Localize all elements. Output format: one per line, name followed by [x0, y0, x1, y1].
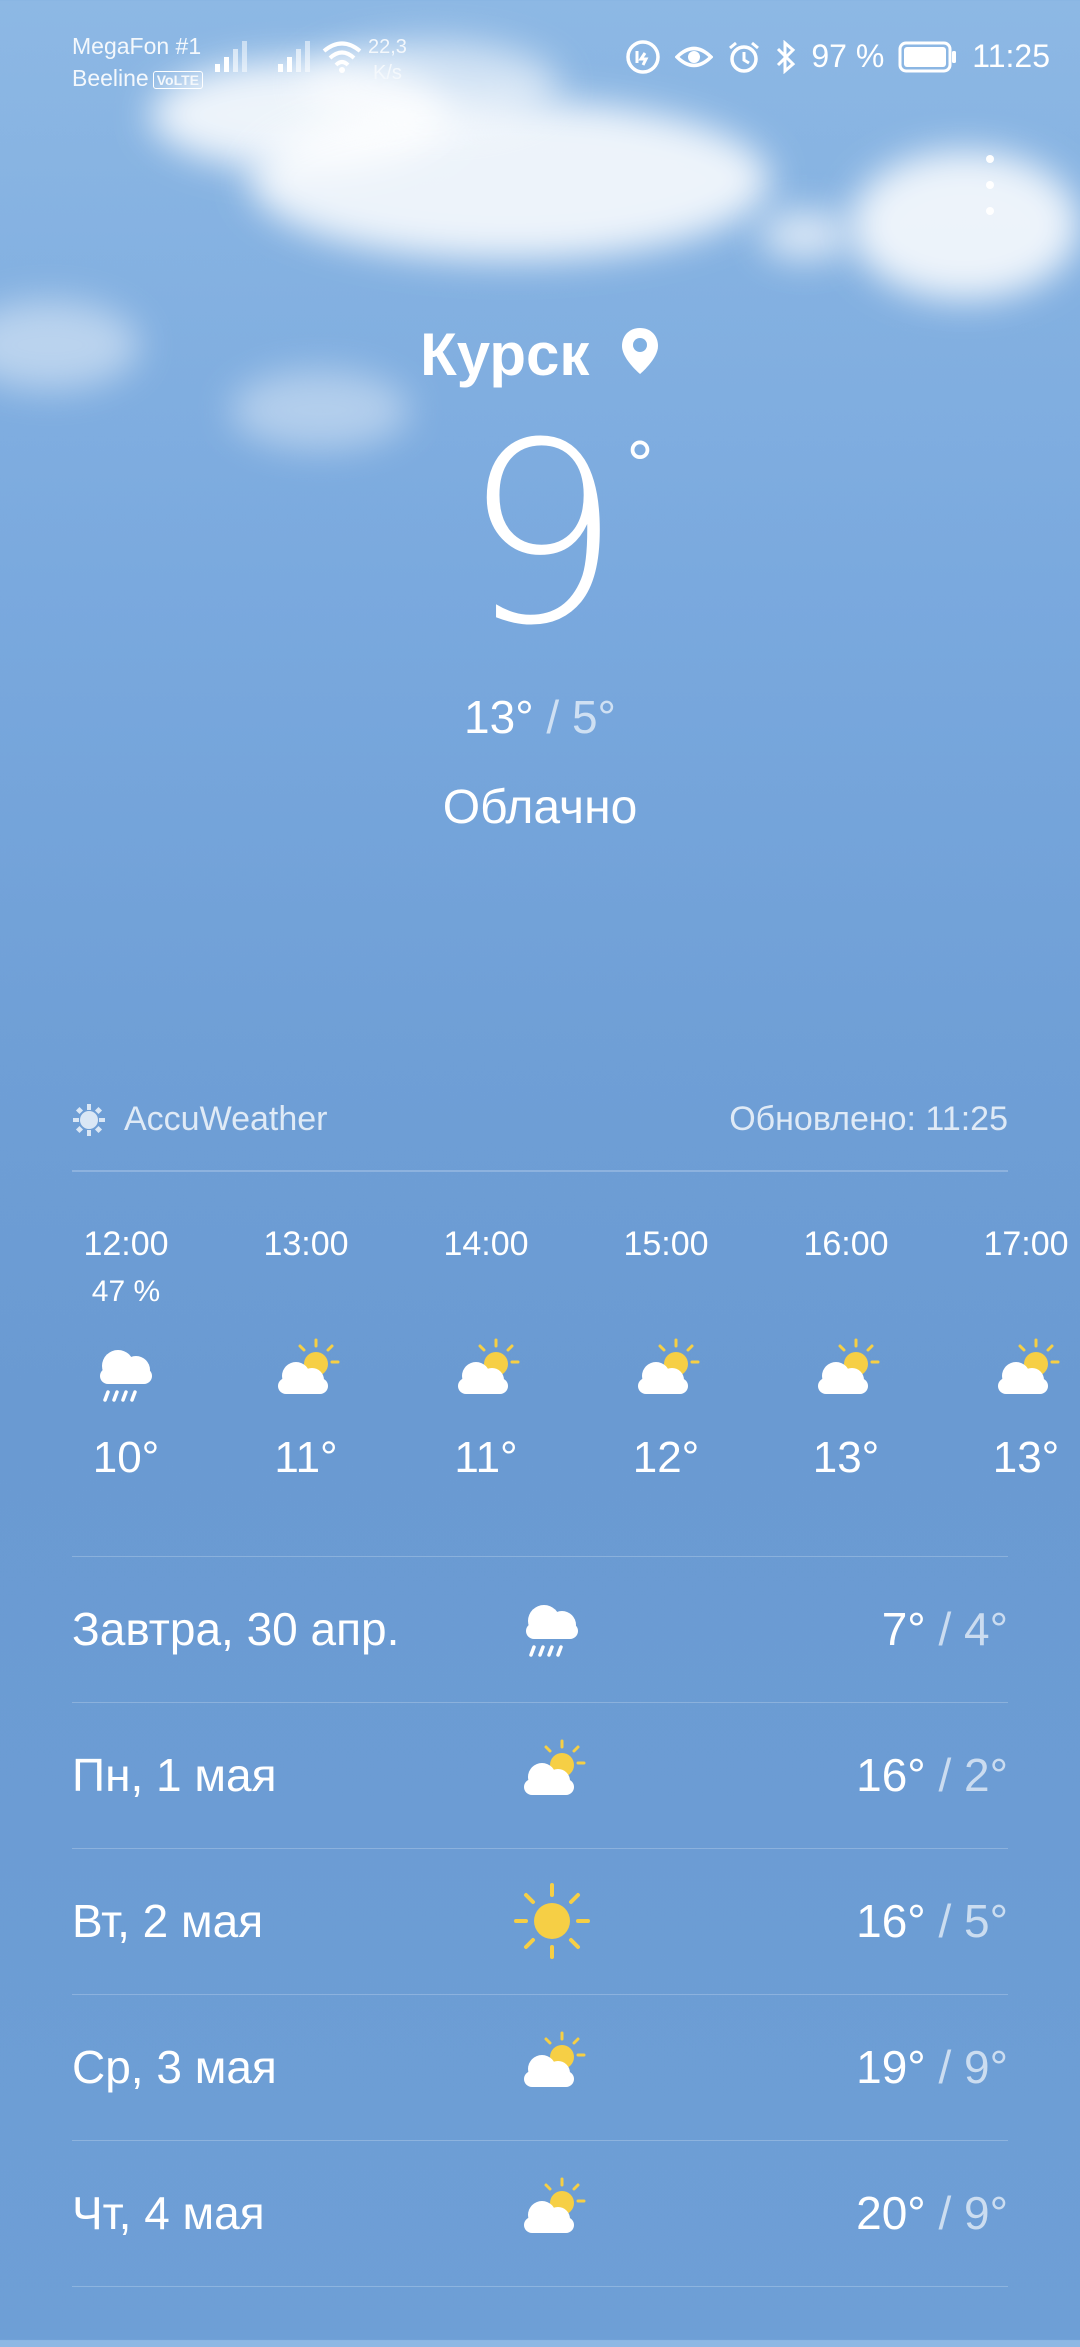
today-high-low: 13° / 5°	[0, 690, 1080, 744]
day-label: Чт, 4 мая	[72, 2187, 265, 2239]
partly-sunny-icon	[278, 1338, 340, 1394]
day-high: 16°	[856, 1895, 926, 1947]
hour-temp: 13°	[992, 1433, 1060, 1482]
day-label: Ср, 3 мая	[72, 2041, 277, 2093]
partly-sunny-icon	[818, 1338, 880, 1394]
day-high: 20°	[856, 2187, 926, 2239]
day-low: 4°	[964, 1603, 1008, 1655]
hour-temp: 12°	[632, 1433, 700, 1482]
partly-sunny-icon	[524, 1739, 586, 1795]
hour-temp: 11°	[274, 1433, 338, 1482]
partly-sunny-icon	[458, 1338, 520, 1394]
daily-row[interactable]: Вт, 2 мая 16° / 5°	[72, 1848, 1008, 1994]
hour-time: 13:00	[263, 1225, 349, 1263]
today-low: 5°	[571, 691, 616, 743]
rain-cloud-icon	[526, 1605, 578, 1657]
alarm-icon	[729, 41, 760, 73]
hour-item: 12:00 47 % 10°	[36, 1220, 216, 1488]
hour-time: 14:00	[443, 1225, 529, 1263]
day-label: Пн, 1 мая	[72, 1749, 277, 1801]
precip-chance	[396, 1268, 576, 1324]
rain-cloud-icon	[100, 1350, 152, 1402]
day-low: 5°	[964, 1895, 1008, 1947]
provider-name[interactable]: AccuWeather	[124, 1100, 327, 1139]
day-low: 9°	[964, 2187, 1008, 2239]
bluetooth-icon	[777, 39, 796, 74]
battery-icon	[898, 41, 957, 72]
location-pin-icon	[621, 327, 658, 374]
day-high: 16°	[856, 1749, 926, 1801]
hour-temp: 11°	[454, 1433, 518, 1482]
today-high: 13°	[464, 691, 534, 743]
current-temperature: 9	[462, 389, 621, 680]
daily-row[interactable]: Чт, 4 мая 20° / 9°	[72, 2140, 1008, 2286]
hour-item: 14:00 11°	[396, 1220, 576, 1488]
location-header[interactable]: Курск	[0, 320, 1080, 389]
daily-row[interactable]: Пн, 1 мая 16° / 2°	[72, 1702, 1008, 1848]
high-low-separator: /	[546, 691, 560, 743]
volte-badge: VoLTE	[152, 70, 203, 89]
day-label: Вт, 2 мая	[72, 1895, 264, 1947]
wifi-icon	[322, 41, 362, 73]
hour-item: 13:00 11°	[216, 1220, 396, 1488]
hour-time: 12:00	[83, 1225, 169, 1263]
eye-comfort-icon	[675, 46, 714, 67]
carrier-2-label: Beeline	[72, 65, 149, 91]
precip-chance	[756, 1268, 936, 1324]
sun-icon	[514, 1883, 590, 1959]
signal-2-icon	[278, 41, 310, 72]
partly-sunny-icon	[524, 2177, 586, 2233]
hour-item: 16:00 13°	[756, 1220, 936, 1488]
updated-time: Обновлено: 11:25	[729, 1100, 1008, 1138]
partly-sunny-icon	[638, 1338, 700, 1394]
day-low: 2°	[964, 1749, 1008, 1801]
hour-temp: 10°	[92, 1433, 160, 1482]
status-bar: MegaFon #1 Beeline VoLTE 22,3 K/s 97 % 1…	[0, 0, 1080, 120]
day-label: Завтра, 30 апр.	[72, 1603, 400, 1655]
partly-sunny-icon	[998, 1338, 1060, 1394]
day-high: 7°	[881, 1603, 926, 1655]
hour-temp: 13°	[812, 1433, 880, 1482]
hourly-forecast[interactable]: 12:00 47 % 10° 13:00 11° 14:00 11° 15:00…	[0, 1220, 1080, 1520]
weather-condition: Облачно	[442, 781, 638, 834]
signal-1-icon	[215, 41, 247, 72]
divider	[72, 1170, 1008, 1172]
more-options-button[interactable]	[975, 155, 1005, 225]
precip-chance	[216, 1268, 396, 1324]
hour-item: 17:00 13°	[936, 1220, 1080, 1488]
precip-chance: 47 %	[91, 1275, 161, 1308]
hour-time: 16:00	[803, 1225, 889, 1263]
precip-chance	[936, 1268, 1080, 1324]
daily-row[interactable]: Ср, 3 мая 19° / 9°	[72, 1994, 1008, 2140]
hour-time: 15:00	[623, 1225, 709, 1263]
hour-time: 17:00	[983, 1225, 1069, 1263]
partly-sunny-icon	[524, 2031, 586, 2087]
city-name[interactable]: Курск	[420, 320, 589, 389]
day-high: 19°	[856, 2041, 926, 2093]
daily-row-partial[interactable]	[72, 2286, 1008, 2347]
carrier-info: MegaFon #1 Beeline VoLTE	[72, 30, 203, 94]
data-source-row: AccuWeather Обновлено: 11:25	[72, 1100, 1008, 1150]
status-time: 11:25	[972, 38, 1050, 74]
network-speed-value: 22,3	[368, 36, 407, 58]
battery-percent: 97 %	[811, 38, 885, 74]
network-speed: 22,3 K/s	[368, 34, 407, 86]
carrier-1-label: MegaFon #1	[72, 33, 202, 59]
network-speed-unit: K/s	[373, 62, 402, 84]
degree-symbol: °	[625, 430, 655, 500]
daily-row[interactable]: Завтра, 30 апр. 7° / 4°	[72, 1556, 1008, 1702]
data-saver-icon	[626, 39, 661, 74]
precip-chance	[576, 1268, 756, 1324]
daily-forecast[interactable]: Завтра, 30 апр. 7° / 4° Пн, 1 мая 16° / …	[72, 1556, 1008, 2347]
day-low: 9°	[964, 2041, 1008, 2093]
accuweather-logo-icon	[73, 1103, 105, 1136]
hour-item: 15:00 12°	[576, 1220, 756, 1488]
